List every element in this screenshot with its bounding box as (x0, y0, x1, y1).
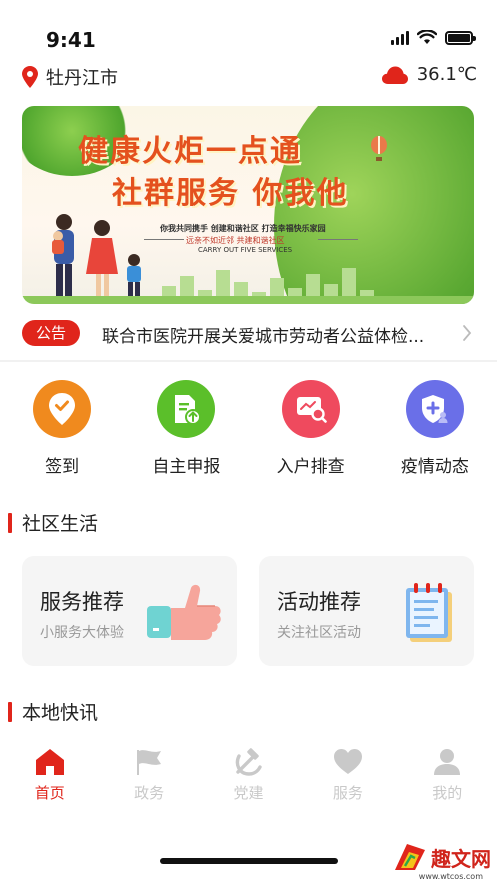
location-pin-icon (22, 66, 38, 88)
action-label: 疫情动态 (400, 457, 469, 477)
location-check-icon (33, 380, 92, 438)
tab-label: 党建 (233, 784, 264, 802)
wifi-icon (417, 30, 437, 44)
chevron-right-icon[interactable] (462, 322, 472, 344)
watermark: 趣文网 www.wtcos.com (393, 842, 491, 881)
section-title: 社区生活 (22, 513, 99, 535)
watermark-url: www.wtcos.com (418, 872, 483, 881)
temperature: 36.1℃ (416, 64, 477, 85)
bottom-tab-bar: 首页 政务 党建 服务 我的 (0, 748, 497, 808)
banner-title-line1: 健康火炬一点通 (78, 134, 302, 169)
action-label: 自主申报 (152, 457, 221, 477)
location-weather-row: 牡丹江市 36.1℃ (0, 62, 497, 92)
section-accent-bar (8, 701, 12, 722)
recommend-cards: 服务推荐 小服务大体验 活动推荐 关注社区活动 (22, 556, 474, 666)
watermark-logo-icon (395, 844, 425, 870)
card-title: 活动推荐 (277, 590, 361, 614)
notice-badge: 公告 (22, 320, 80, 346)
cloud-icon (381, 66, 408, 84)
search-screen-icon (281, 380, 340, 438)
banner-motto: 远亲不如近邻 共建和谐社区 (186, 236, 285, 245)
watermark-text: 趣文网 (431, 846, 491, 871)
status-bar: 9:41 (0, 0, 497, 60)
notice-bar[interactable]: 公告 联合市医院开展关爱城市劳动者公益体检... (20, 318, 480, 350)
activity-recommend-card[interactable]: 活动推荐 关注社区活动 (259, 556, 474, 666)
tab-government[interactable]: 政务 (99, 748, 198, 808)
section-divider (0, 360, 497, 362)
section-local-news: 本地快讯 (8, 698, 98, 725)
banner-title-line2: 社群服务 你我他 (112, 176, 349, 211)
hot-air-balloon-icon (371, 136, 387, 161)
status-time: 9:41 (46, 28, 96, 52)
hammer-sickle-icon (236, 748, 263, 776)
action-epidemic-updates[interactable]: 疫情动态 (373, 380, 497, 480)
home-indicator[interactable] (160, 858, 338, 864)
status-icons (391, 30, 476, 45)
card-subtitle: 关注社区活动 (277, 625, 361, 641)
heart-icon (333, 749, 362, 774)
family-illustration (52, 214, 141, 296)
card-title: 服务推荐 (40, 590, 124, 614)
banner-divider-right (318, 239, 358, 240)
promo-banner[interactable]: 健康火炬一点通 社群服务 你我他 你我共同携手 创建和谐社区 打造幸福快乐家园 … (22, 106, 474, 304)
quick-actions: 签到 自主申报 入户排查 疫情动态 (0, 380, 497, 480)
battery-icon (445, 30, 476, 45)
action-label: 入户排查 (276, 457, 345, 477)
action-self-report[interactable]: 自主申报 (124, 380, 248, 480)
thumbs-up-icon (147, 584, 221, 640)
section-community-life: 社区生活 (8, 509, 98, 536)
tab-label: 政务 (134, 784, 165, 802)
tab-mine[interactable]: 我的 (398, 748, 497, 808)
shield-plus-icon (405, 380, 464, 438)
city-name: 牡丹江市 (46, 68, 118, 89)
banner-divider-left (144, 239, 184, 240)
location-selector[interactable]: 牡丹江市 (22, 64, 118, 90)
tab-label: 服务 (332, 784, 363, 802)
home-icon (35, 749, 64, 775)
weather-widget[interactable]: 36.1℃ (381, 64, 477, 85)
tab-party-building[interactable]: 党建 (199, 748, 298, 808)
tab-service[interactable]: 服务 (298, 748, 397, 808)
tab-label: 我的 (432, 784, 463, 802)
user-icon (434, 749, 461, 775)
action-label: 签到 (45, 457, 80, 477)
card-subtitle: 小服务大体验 (40, 625, 124, 641)
section-title: 本地快讯 (22, 702, 99, 724)
banner-english-caption: CARRY OUT FIVE SERVICES (198, 246, 293, 254)
cellular-signal-icon (391, 30, 409, 45)
service-recommend-card[interactable]: 服务推荐 小服务大体验 (22, 556, 237, 666)
flag-icon (137, 750, 162, 775)
tab-label: 首页 (34, 784, 65, 802)
notice-text[interactable]: 联合市医院开展关爱城市劳动者公益体检... (102, 322, 452, 347)
action-check-in[interactable]: 签到 (0, 380, 124, 480)
tab-home[interactable]: 首页 (0, 748, 99, 808)
banner-slogan: 你我共同携手 创建和谐社区 打造幸福快乐家园 (160, 224, 326, 233)
document-upload-icon (157, 380, 216, 438)
notepad-icon (406, 583, 452, 642)
section-accent-bar (8, 512, 12, 533)
action-household-check[interactable]: 入户排查 (249, 380, 373, 480)
